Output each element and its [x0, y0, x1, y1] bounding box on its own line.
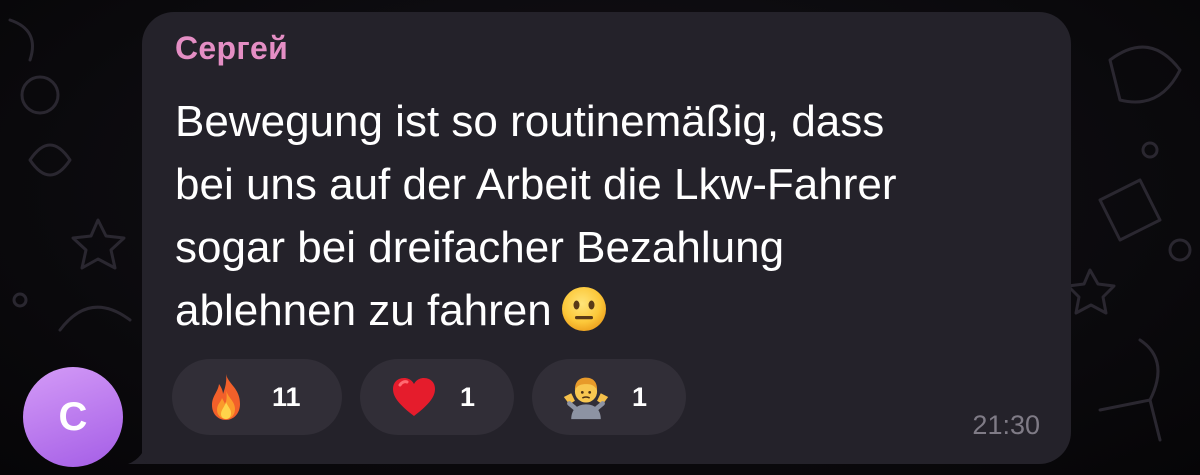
reactions-bar: 11 1 1: [172, 359, 686, 435]
chat-background: C Сергей Bewegung ist so routinemäßig, d…: [0, 0, 1200, 475]
reaction-count: 11: [272, 381, 301, 412]
red-heart-emoji-icon: [390, 371, 438, 423]
message-line-text: ablehnen zu fahren: [175, 286, 552, 335]
sender-name[interactable]: Сергей: [175, 30, 288, 67]
message-bubble[interactable]: Сергей Bewegung ist so routinemäßig, das…: [142, 12, 1071, 464]
neutral-face-emoji-icon: [561, 287, 606, 331]
reaction-count: 1: [460, 381, 476, 412]
message-line-last: ablehnen zu fahren: [175, 279, 1045, 342]
message-line: Bewegung ist so routinemäßig, dass: [175, 97, 885, 146]
message-timestamp: 21:30: [972, 410, 1040, 440]
reaction-count: 1: [632, 381, 648, 412]
message-text: Bewegung ist so routinemäßig, dass bei u…: [175, 90, 1045, 342]
reaction-shrug[interactable]: 1: [532, 359, 686, 435]
sender-avatar[interactable]: C: [23, 367, 123, 467]
message-line: sogar bei dreifacher Bezahlung: [175, 223, 785, 272]
avatar-initial: C: [58, 394, 88, 439]
person-shrugging-emoji-icon: [562, 371, 610, 423]
message-line: bei uns auf der Arbeit die Lkw-Fahrer: [175, 160, 897, 209]
reaction-fire[interactable]: 11: [172, 359, 342, 435]
reaction-heart[interactable]: 1: [360, 359, 514, 435]
fire-emoji-icon: [202, 371, 250, 423]
